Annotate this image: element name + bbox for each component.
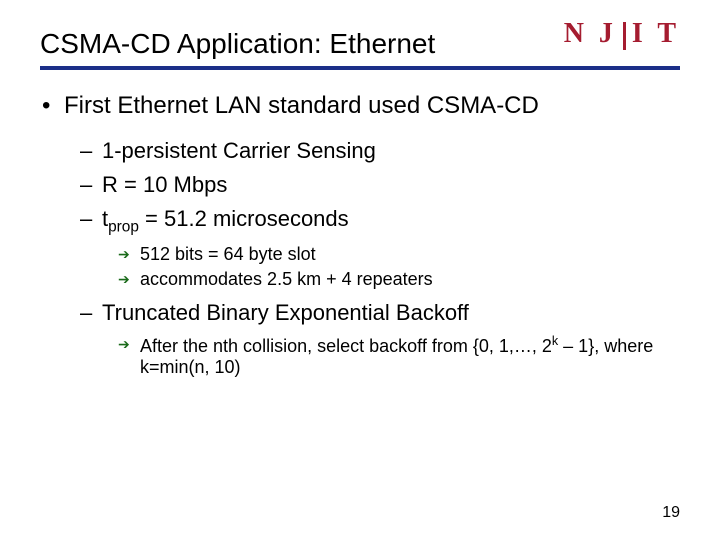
sub3-subscript: prop: [108, 218, 139, 235]
bullet-sub-3a: 512 bits = 64 byte slot: [40, 244, 680, 265]
bullet-sub-2: R = 10 Mbps: [40, 172, 680, 198]
logo-divider: [623, 22, 626, 50]
bullet-sub-1: 1-persistent Carrier Sensing: [40, 138, 680, 164]
logo-text-right: I T: [632, 18, 680, 50]
sub4a-pre: After the nth collision, select backoff …: [140, 336, 552, 356]
bullet-main: First Ethernet LAN standard used CSMA-CD: [40, 92, 680, 120]
sub3-post: = 51.2 microseconds: [139, 206, 349, 231]
bullet-sub-3: tprop = 51.2 microseconds: [40, 206, 680, 236]
bullet-sub-3b: accommodates 2.5 km + 4 repeaters: [40, 269, 680, 290]
bullet-sub-4: Truncated Binary Exponential Backoff: [40, 300, 680, 326]
logo-text-left: N J: [564, 18, 617, 50]
njit-logo: N J I T: [564, 18, 680, 50]
slide: N J I T CSMA-CD Application: Ethernet Fi…: [0, 0, 720, 540]
title-underline: [40, 66, 680, 70]
bullet-sub-4a: After the nth collision, select backoff …: [40, 334, 680, 378]
page-number: 19: [662, 504, 680, 522]
